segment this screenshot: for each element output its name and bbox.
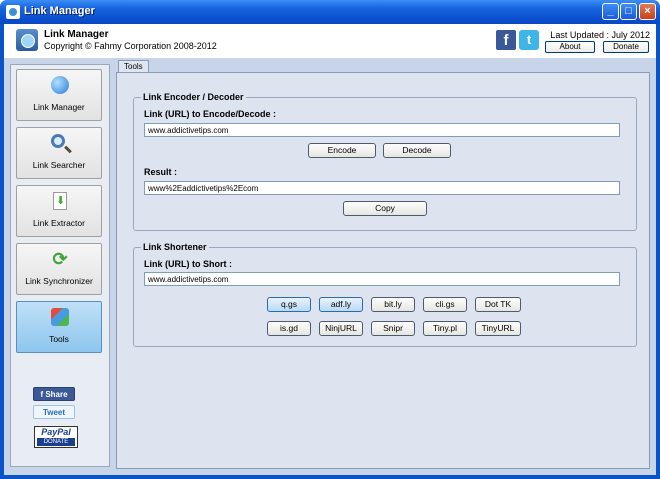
app-window: Link Manager _ □ × Link Manager Copyrigh… bbox=[0, 0, 660, 479]
adfly-button[interactable]: adf.ly bbox=[319, 297, 363, 312]
app-header: Link Manager Copyright © Fahmy Corporati… bbox=[4, 24, 656, 58]
client-area: Link Manager Copyright © Fahmy Corporati… bbox=[4, 24, 656, 475]
dottk-button[interactable]: Dot TK bbox=[475, 297, 521, 312]
sidebar-item-link-manager[interactable]: Link Manager bbox=[16, 69, 102, 121]
shortener-group-title: Link Shortener bbox=[141, 242, 209, 252]
globe-icon bbox=[51, 76, 69, 94]
sidebar: Link Manager Link Searcher Link Extracto… bbox=[10, 64, 110, 467]
close-button[interactable]: × bbox=[639, 3, 656, 20]
sidebar-item-label: Link Manager bbox=[33, 102, 85, 112]
tab-tools[interactable]: Tools bbox=[118, 60, 149, 72]
maximize-button[interactable]: □ bbox=[620, 3, 637, 20]
snipr-button[interactable]: Snipr bbox=[371, 321, 415, 336]
encoder-group: Link Encoder / Decoder Link (URL) to Enc… bbox=[133, 92, 637, 231]
sidebar-item-tools[interactable]: Tools bbox=[16, 301, 102, 353]
tools-panel: Link Encoder / Decoder Link (URL) to Enc… bbox=[116, 72, 650, 469]
last-updated-text: Last Updated : July 2012 bbox=[550, 30, 650, 40]
shortener-group: Link Shortener Link (URL) to Short : q.g… bbox=[133, 242, 637, 347]
app-name: Link Manager bbox=[44, 29, 109, 40]
sidebar-item-label: Tools bbox=[49, 334, 69, 344]
result-output-field[interactable] bbox=[144, 181, 620, 195]
tools-icon bbox=[51, 308, 69, 326]
twitter-icon[interactable]: t bbox=[519, 30, 539, 50]
facebook-icon[interactable]: f bbox=[496, 30, 516, 50]
sidebar-item-link-extractor[interactable]: Link Extractor bbox=[16, 185, 102, 237]
about-button[interactable]: About bbox=[545, 41, 595, 53]
sidebar-item-link-searcher[interactable]: Link Searcher bbox=[16, 127, 102, 179]
short-input-label: Link (URL) to Short : bbox=[144, 259, 232, 269]
sync-icon: ⟳ bbox=[52, 249, 68, 269]
paypal-donate-button[interactable]: PayPal DONATE bbox=[34, 426, 78, 448]
paypal-donate-label: DONATE bbox=[37, 438, 75, 446]
magnifier-icon bbox=[51, 134, 65, 148]
encode-url-input[interactable] bbox=[144, 123, 620, 137]
isgd-button[interactable]: is.gd bbox=[267, 321, 311, 336]
title-bar[interactable]: Link Manager _ □ × bbox=[0, 0, 660, 24]
sidebar-item-label: Link Searcher bbox=[32, 160, 86, 170]
result-label: Result : bbox=[144, 167, 178, 177]
globe-icon bbox=[16, 29, 38, 51]
sidebar-item-label: Link Extractor bbox=[33, 218, 85, 228]
tweet-button[interactable]: Tweet bbox=[33, 405, 75, 419]
bitly-button[interactable]: bit.ly bbox=[371, 297, 415, 312]
tinypl-button[interactable]: Tiny.pl bbox=[423, 321, 467, 336]
copy-button[interactable]: Copy bbox=[343, 201, 427, 216]
window-title: Link Manager bbox=[24, 5, 95, 17]
qgs-button[interactable]: q.gs bbox=[267, 297, 311, 312]
copyright-text: Copyright © Fahmy Corporation 2008-2012 bbox=[44, 41, 217, 51]
tinyurl-button[interactable]: TinyURL bbox=[475, 321, 521, 336]
encoder-group-title: Link Encoder / Decoder bbox=[141, 92, 246, 102]
body-area: Link Manager Link Searcher Link Extracto… bbox=[4, 58, 656, 475]
facebook-share-button[interactable]: f Share bbox=[33, 387, 75, 401]
sidebar-item-link-synchronizer[interactable]: ⟳ Link Synchronizer bbox=[16, 243, 102, 295]
encode-input-label: Link (URL) to Encode/Decode : bbox=[144, 109, 277, 119]
sidebar-item-label: Link Synchronizer bbox=[25, 276, 93, 286]
download-icon bbox=[53, 192, 67, 210]
app-icon bbox=[6, 5, 20, 19]
ninjurl-button[interactable]: NinjURL bbox=[319, 321, 363, 336]
encode-button[interactable]: Encode bbox=[308, 143, 376, 158]
cligs-button[interactable]: cli.gs bbox=[423, 297, 467, 312]
decode-button[interactable]: Decode bbox=[383, 143, 451, 158]
minimize-button[interactable]: _ bbox=[602, 3, 619, 20]
donate-button[interactable]: Donate bbox=[603, 41, 649, 53]
paypal-logo: PayPal bbox=[41, 427, 71, 437]
short-url-input[interactable] bbox=[144, 272, 620, 286]
